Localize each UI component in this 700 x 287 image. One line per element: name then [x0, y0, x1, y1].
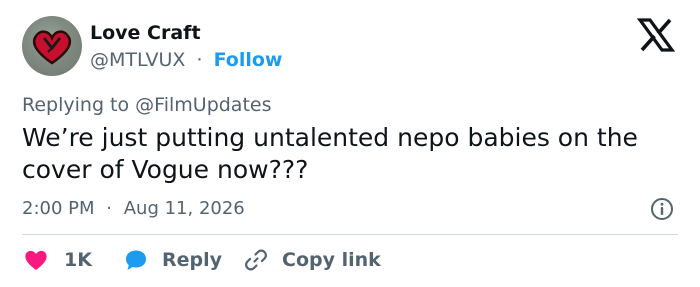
reply-button[interactable]: Reply: [124, 246, 222, 274]
author-handle[interactable]: @MTLVUX: [90, 49, 185, 71]
tweet-date[interactable]: Aug 11, 2026: [124, 198, 245, 219]
speech-bubble-icon: [126, 250, 146, 270]
author-name[interactable]: Love Craft: [90, 22, 201, 44]
like-button[interactable]: 1K: [24, 246, 92, 274]
info-icon[interactable]: [650, 197, 674, 221]
tweet-meta: 2:00 PM · Aug 11, 2026: [22, 198, 245, 219]
reply-context-prefix: Replying to: [22, 94, 130, 116]
tweet-time[interactable]: 2:00 PM: [22, 198, 95, 219]
tweet-text-line: We’re just putting untalented nepo babie…: [22, 123, 638, 152]
like-count: 1K: [64, 249, 92, 271]
heart-icon: [25, 250, 47, 270]
tweet-text-line: cover of Vogue now???: [22, 155, 309, 184]
copy-link-label: Copy link: [282, 249, 381, 271]
tweet-text: We’re just putting untalented nepo babie…: [22, 122, 682, 186]
author-handle-line: @MTLVUX · Follow: [90, 49, 282, 71]
copy-link-button[interactable]: Copy link: [244, 246, 381, 274]
follow-button[interactable]: Follow: [214, 49, 283, 71]
x-logo-icon[interactable]: [636, 18, 676, 52]
link-icon: [245, 249, 267, 271]
handle-separator: ·: [196, 49, 203, 71]
meta-separator: ·: [106, 198, 112, 219]
tweet-card: Love Craft @MTLVUX · Follow Replying to …: [0, 0, 700, 287]
reply-context: Replying to @FilmUpdates: [22, 94, 272, 116]
divider: [22, 234, 678, 235]
heart-avatar-icon: [32, 30, 72, 65]
avatar[interactable]: [22, 16, 82, 76]
reply-target-link[interactable]: @FilmUpdates: [135, 94, 271, 116]
reply-label: Reply: [162, 249, 223, 271]
